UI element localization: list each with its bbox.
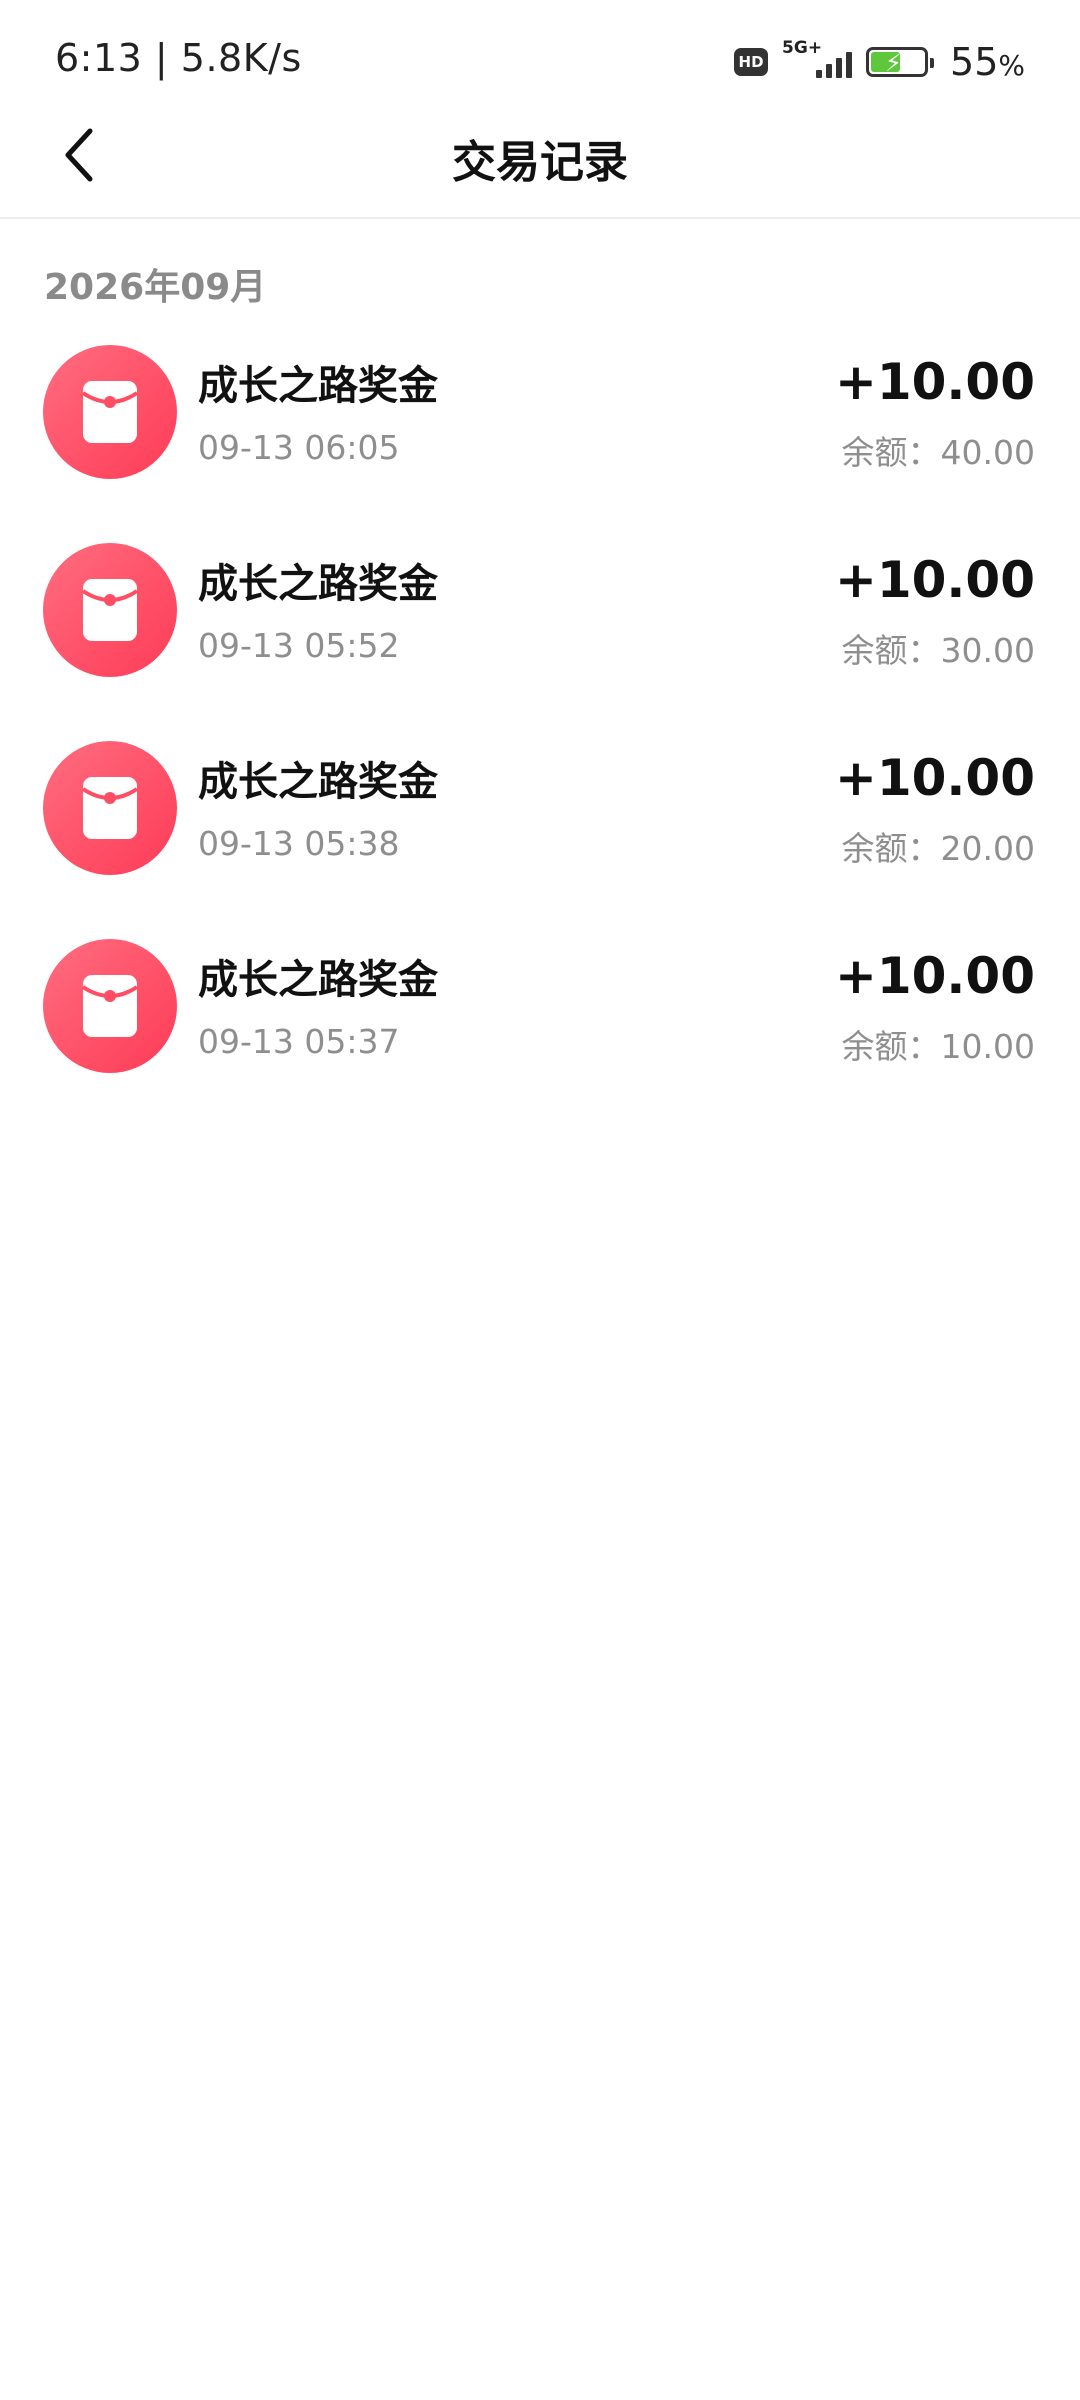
red-envelope-icon [43, 345, 177, 479]
red-envelope-icon [43, 543, 177, 677]
transaction-title: 成长之路奖金 [198, 759, 438, 805]
signal-bars [816, 52, 853, 78]
transaction-title: 成长之路奖金 [198, 561, 438, 607]
transaction-time: 09-13 05:37 [198, 1022, 400, 1061]
battery-percent-unit: % [998, 49, 1025, 82]
transaction-balance: 余额：30.00 [841, 631, 1035, 670]
hd-icon: HD [734, 48, 769, 76]
signal-icon: 5G+ [782, 38, 853, 82]
transaction-amount: +10.00 [834, 551, 1035, 609]
transaction-row[interactable]: 成长之路奖金 09-13 06:05 +10.00 余额：40.00 [0, 340, 1080, 538]
charging-bolt-icon: ⚡ [885, 49, 902, 77]
transaction-list: 成长之路奖金 09-13 06:05 +10.00 余额：40.00 成长之路奖… [0, 340, 1080, 1132]
screen: 6:13 | 5.8K/s HD 5G+ ⚡ 55% 交易记录 2026年09月… [0, 0, 1080, 2400]
status-bar: 6:13 | 5.8K/s HD 5G+ ⚡ 55% [0, 0, 1080, 120]
signal-bar [846, 52, 853, 78]
transaction-title: 成长之路奖金 [198, 363, 438, 409]
battery-icon: ⚡ [866, 47, 935, 77]
red-envelope-icon [43, 939, 177, 1073]
transaction-time: 09-13 06:05 [198, 428, 400, 467]
transaction-time: 09-13 05:38 [198, 824, 400, 863]
battery-percent-value: 55 [950, 40, 999, 84]
battery-percent: 55% [950, 40, 1025, 84]
signal-bar [826, 64, 833, 78]
transaction-row[interactable]: 成长之路奖金 09-13 05:38 +10.00 余额：20.00 [0, 736, 1080, 934]
transaction-balance: 余额：40.00 [841, 433, 1035, 472]
transaction-title: 成长之路奖金 [198, 957, 438, 1003]
status-icons: HD 5G+ ⚡ 55% [734, 38, 1025, 84]
transaction-row[interactable]: 成长之路奖金 09-13 05:37 +10.00 余额：10.00 [0, 934, 1080, 1132]
month-header: 2026年09月 [44, 267, 267, 308]
page-title: 交易记录 [452, 137, 628, 188]
transaction-amount: +10.00 [834, 947, 1035, 1005]
status-time-speed: 6:13 | 5.8K/s [55, 36, 302, 80]
transaction-amount: +10.00 [834, 749, 1035, 807]
transaction-amount: +10.00 [834, 353, 1035, 411]
signal-bar [836, 58, 843, 78]
transaction-row[interactable]: 成长之路奖金 09-13 05:52 +10.00 余额：30.00 [0, 538, 1080, 736]
transaction-balance: 余额：10.00 [841, 1027, 1035, 1066]
nav-bar: 交易记录 [0, 120, 1080, 219]
red-envelope-icon [43, 741, 177, 875]
signal-bar [816, 70, 823, 78]
transaction-balance: 余额：20.00 [841, 829, 1035, 868]
transaction-time: 09-13 05:52 [198, 626, 400, 665]
